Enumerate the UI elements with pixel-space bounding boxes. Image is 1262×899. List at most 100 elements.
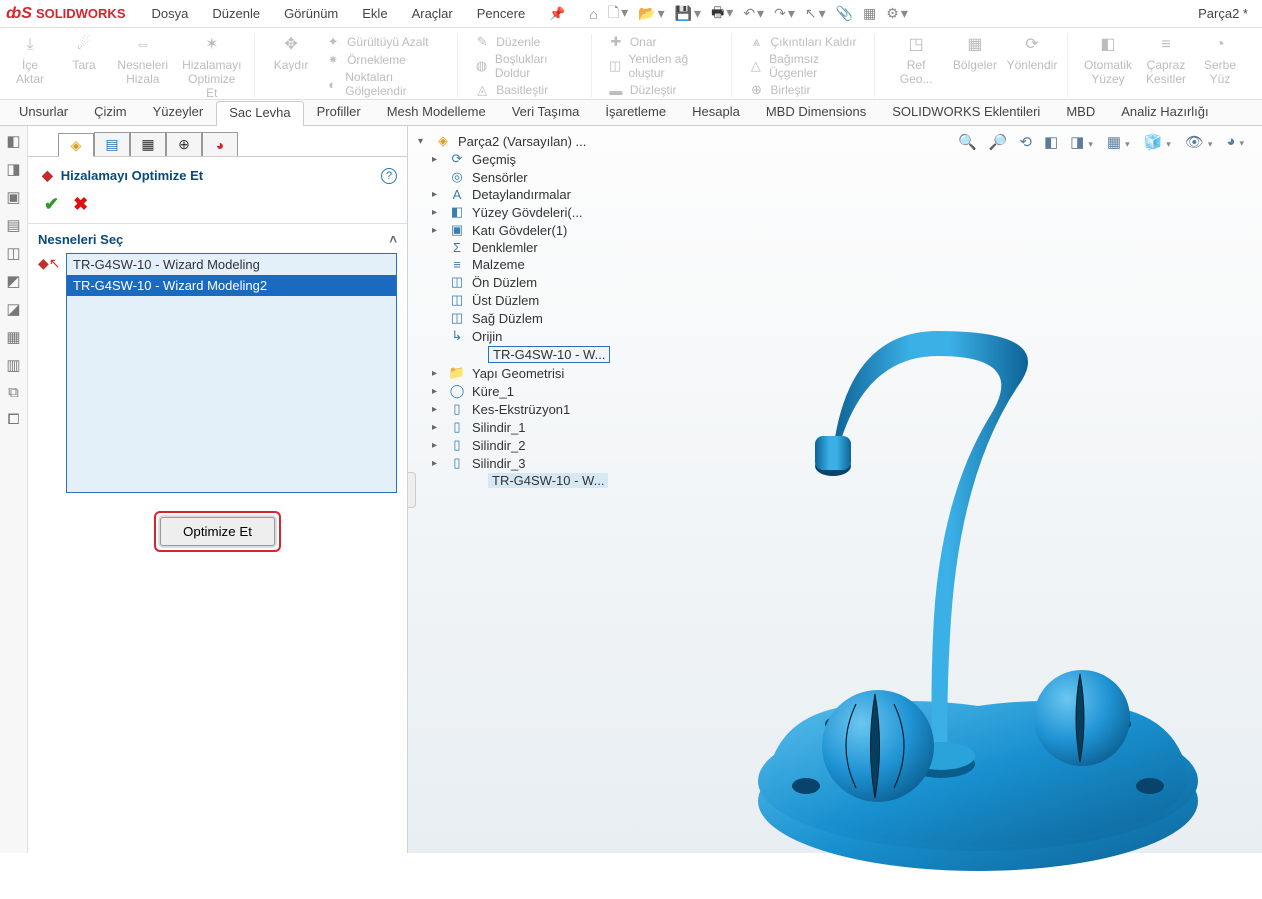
sb-icon-9[interactable]: ▥ bbox=[6, 356, 20, 374]
settings-icon[interactable]: ⚙▾ bbox=[886, 5, 908, 22]
sb-icon-8[interactable]: ▦ bbox=[6, 328, 20, 346]
sb-icon-7[interactable]: ◪ bbox=[6, 300, 20, 318]
sb-icon-11[interactable]: ⧠ bbox=[7, 411, 19, 428]
panel-splitter-handle[interactable] bbox=[408, 472, 416, 508]
rb-refgeo[interactable]: ◳Ref Geo... bbox=[891, 34, 941, 86]
ft-root[interactable]: ▾ ◈ Parça2 (Varsayılan) ... bbox=[416, 132, 616, 150]
hide-show-icon[interactable]: 👁▾ bbox=[1183, 132, 1217, 152]
menu-insert[interactable]: Ekle bbox=[356, 4, 393, 24]
expand-icon[interactable]: ▸ bbox=[432, 189, 442, 200]
ft-node[interactable]: ▸▯Silindir_1 bbox=[416, 418, 616, 436]
rb-regions[interactable]: ▦Bölgeler bbox=[955, 34, 995, 72]
scene-icon[interactable]: ▦▾ bbox=[1105, 132, 1134, 152]
ft-node[interactable]: ▸◯Küre_1 bbox=[416, 382, 616, 400]
save-icon[interactable]: 💾▾ bbox=[675, 5, 701, 22]
tab-veri-taşıma[interactable]: Veri Taşıma bbox=[499, 100, 593, 125]
rb-fill-holes[interactable]: ◍Boşlukları Doldur bbox=[474, 52, 579, 80]
menu-tools[interactable]: Araçlar bbox=[406, 4, 459, 24]
prev-view-icon[interactable]: ⟲ bbox=[1017, 132, 1034, 152]
ft-node[interactable]: ◫Üst Düzlem bbox=[416, 291, 616, 309]
undo-icon[interactable]: ↶▾ bbox=[743, 5, 764, 22]
accept-button[interactable]: ✔ bbox=[44, 194, 59, 215]
expand-icon[interactable]: ▸ bbox=[432, 458, 442, 469]
redo-icon[interactable]: ↷▾ bbox=[774, 5, 795, 22]
expand-icon[interactable]: ▾ bbox=[418, 136, 428, 147]
help-icon[interactable]: ? bbox=[381, 168, 397, 184]
rb-merge[interactable]: ⊕Birleştir bbox=[748, 82, 862, 98]
list-item[interactable]: TR-G4SW-10 - Wizard Modeling2 bbox=[67, 275, 396, 296]
optimize-button[interactable]: Optimize Et bbox=[160, 517, 275, 546]
tab-çizim[interactable]: Çizim bbox=[81, 100, 140, 125]
ft-node[interactable]: ▸▣Katı Gövdeler(1) bbox=[416, 221, 616, 239]
tab-profiller[interactable]: Profiller bbox=[304, 100, 374, 125]
rb-orient[interactable]: ⟳Yönlendir bbox=[1009, 34, 1055, 72]
zoom-fit-icon[interactable]: 🔍 bbox=[956, 132, 979, 152]
sb-icon-3[interactable]: ▣ bbox=[6, 188, 20, 206]
ft-node[interactable]: ▸▯Silindir_2 bbox=[416, 436, 616, 454]
pm-section-header[interactable]: Nesneleri Seç ˄ bbox=[38, 232, 397, 253]
section-view-icon[interactable]: ◧ bbox=[1042, 132, 1060, 152]
ft-node[interactable]: ▸📁Yapı Geometrisi bbox=[416, 364, 616, 382]
expand-icon[interactable]: ▸ bbox=[432, 404, 442, 415]
menu-view[interactable]: Görünüm bbox=[278, 4, 344, 24]
rb-xsec[interactable]: ≡ÇaprazKesitler bbox=[1146, 34, 1186, 86]
rb-autosurf[interactable]: ◧OtomatikYüzey bbox=[1084, 34, 1132, 86]
ft-node[interactable]: TR-G4SW-10 - W... bbox=[416, 472, 616, 489]
graphics-area[interactable]: 🔍 🔎 ⟲ ◧ ◨▾ ▦▾ 🧊▾ 👁▾ ◕▾ ▾ ◈ Parça2 (Varsa… bbox=[408, 126, 1262, 853]
ft-node[interactable]: TR-G4SW-10 - W... bbox=[416, 345, 616, 364]
tab-sac-levha[interactable]: Sac Levha bbox=[216, 101, 303, 126]
rb-edit-mesh[interactable]: ✎Düzenle bbox=[474, 34, 579, 50]
sb-icon-1[interactable]: ◧ bbox=[6, 132, 20, 150]
pm-tab-config[interactable]: ▤ bbox=[94, 132, 130, 156]
list-item[interactable]: TR-G4SW-10 - Wizard Modeling bbox=[67, 254, 396, 275]
rb-remove-spikes[interactable]: ⩓Çıkıntıları Kaldır bbox=[748, 34, 862, 50]
tab-unsurlar[interactable]: Unsurlar bbox=[6, 100, 81, 125]
expand-icon[interactable]: ▸ bbox=[432, 386, 442, 397]
ft-node[interactable]: ◫Ön Düzlem bbox=[416, 273, 616, 291]
tab-i̇şaretleme[interactable]: İşaretleme bbox=[592, 100, 679, 125]
rb-reduce-noise[interactable]: ✦Gürültüyü Azalt bbox=[325, 34, 445, 50]
expand-icon[interactable]: ▸ bbox=[432, 207, 442, 218]
tab-solidworks-eklentileri[interactable]: SOLIDWORKS Eklentileri bbox=[879, 100, 1053, 125]
rb-free-triangles[interactable]: △Bağımsız Üçgenler bbox=[748, 52, 862, 80]
attach-icon[interactable]: 📎 bbox=[836, 5, 853, 22]
menu-edit[interactable]: Düzenle bbox=[206, 4, 266, 24]
ft-node[interactable]: ▸ADetaylandırmalar bbox=[416, 186, 616, 203]
print-icon[interactable]: 🖶▾ bbox=[711, 2, 733, 26]
rb-move[interactable]: ✥Kaydır bbox=[271, 34, 311, 72]
tab-mbd[interactable]: MBD bbox=[1053, 100, 1108, 125]
zoom-area-icon[interactable]: 🔎 bbox=[987, 132, 1010, 152]
rb-sample[interactable]: ⁕Örnekleme bbox=[325, 52, 445, 68]
menu-file[interactable]: Dosya bbox=[146, 4, 195, 24]
sb-icon-10[interactable]: ⧉ bbox=[8, 384, 19, 401]
ft-node[interactable]: ▸◧Yüzey Gövdeleri(... bbox=[416, 203, 616, 221]
ft-node[interactable]: ΣDenklemler bbox=[416, 239, 616, 256]
ft-node[interactable]: ▸▯Kes-Ekstrüzyon1 bbox=[416, 400, 616, 418]
display-style-icon[interactable]: ◨▾ bbox=[1068, 132, 1097, 152]
cancel-button[interactable]: ✖ bbox=[73, 194, 88, 215]
selection-list[interactable]: TR-G4SW-10 - Wizard ModelingTR-G4SW-10 -… bbox=[66, 253, 397, 493]
rb-remesh[interactable]: ◫Yeniden ağ oluştur bbox=[608, 52, 720, 80]
pm-tab-display[interactable]: ▦ bbox=[130, 132, 166, 156]
appearance-icon[interactable]: ◕▾ bbox=[1224, 132, 1248, 152]
sb-icon-5[interactable]: ◫ bbox=[6, 244, 20, 262]
tab-yüzeyler[interactable]: Yüzeyler bbox=[140, 100, 217, 125]
new-icon[interactable]: 🗋▾ bbox=[608, 2, 628, 26]
expand-icon[interactable]: ▸ bbox=[432, 225, 442, 236]
rb-freeform[interactable]: ◔SerbeYüz bbox=[1200, 34, 1240, 86]
view-orient-icon[interactable]: 🧊▾ bbox=[1142, 132, 1175, 152]
sb-icon-4[interactable]: ▤ bbox=[6, 216, 20, 234]
rb-align-objects[interactable]: ⇔NesneleriHizala bbox=[118, 34, 168, 86]
ft-node[interactable]: ≡Malzeme bbox=[416, 256, 616, 273]
rb-optimize-align[interactable]: ✶HizalamayıOptimize Et bbox=[182, 34, 243, 100]
expand-icon[interactable]: ▸ bbox=[432, 422, 442, 433]
menu-pin-icon[interactable]: 📌 bbox=[543, 4, 571, 24]
ft-node[interactable]: ▸⟳Geçmiş bbox=[416, 150, 616, 168]
ft-node[interactable]: ↳Orijin bbox=[416, 327, 616, 345]
pm-tab-appearance[interactable]: ◕ bbox=[202, 132, 238, 156]
home-icon[interactable]: ⌂ bbox=[589, 6, 597, 22]
expand-icon[interactable]: ▸ bbox=[432, 440, 442, 451]
tab-mbd-dimensions[interactable]: MBD Dimensions bbox=[753, 100, 879, 125]
rb-scan[interactable]: ☄Tara bbox=[64, 34, 104, 72]
menu-window[interactable]: Pencere bbox=[471, 4, 531, 24]
